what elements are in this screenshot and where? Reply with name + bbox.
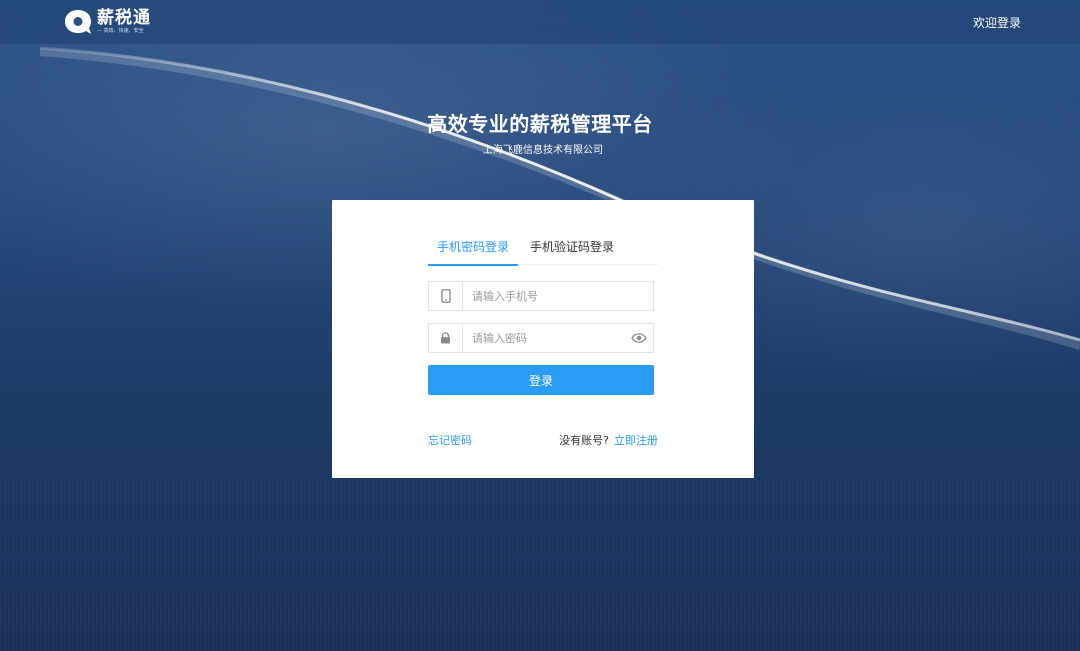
phone-field [428, 281, 654, 311]
mobile-phone-icon [429, 282, 463, 310]
login-tabs: 手机密码登录 手机验证码登录 [428, 235, 658, 266]
register-link[interactable]: 立即注册 [614, 432, 658, 448]
top-bar: 薪税通 — 高效、快速、安全 欢迎登录 [0, 0, 1080, 44]
tab-phone-password-login[interactable]: 手机密码登录 [428, 235, 518, 266]
brand-logo-icon [65, 10, 91, 34]
phone-input[interactable] [463, 282, 653, 310]
password-field [428, 323, 654, 353]
no-account-text: 没有账号? [559, 434, 609, 447]
tab-phone-code-login[interactable]: 手机验证码登录 [530, 235, 614, 265]
register-prompt: 没有账号? 立即注册 [559, 432, 658, 448]
forgot-password-link[interactable]: 忘记密码 [428, 432, 472, 448]
brand-slogan: — 高效、快速、安全 [97, 28, 144, 34]
lock-icon [429, 324, 463, 352]
brand-name: 薪税通 [97, 8, 151, 28]
password-input[interactable] [463, 324, 625, 352]
company-name: 上海飞鹿信息技术有限公司 [483, 145, 603, 156]
login-card: 手机密码登录 手机验证码登录 登录 忘记密码 没有账号? [332, 200, 754, 478]
page-title: 高效专业的薪税管理平台 [427, 112, 653, 136]
login-button[interactable]: 登录 [428, 365, 654, 395]
brand-logo[interactable]: 薪税通 — 高效、快速、安全 [64, 9, 151, 35]
welcome-login-link[interactable]: 欢迎登录 [973, 14, 1021, 31]
eye-icon[interactable] [625, 333, 653, 343]
